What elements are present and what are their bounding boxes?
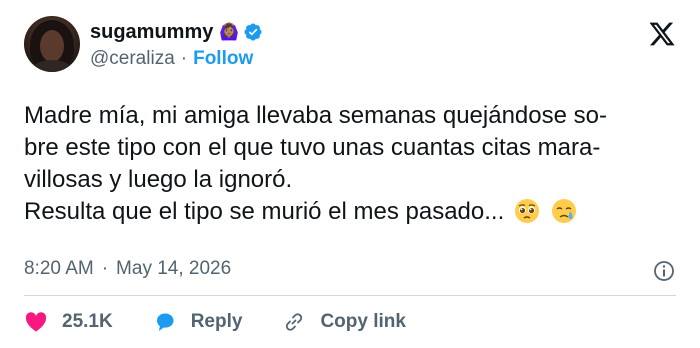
x-logo-icon[interactable] bbox=[648, 20, 676, 48]
tweet-line-text: Resulta que el tipo se murió el mes pasa… bbox=[24, 198, 505, 225]
follow-button[interactable]: Follow bbox=[193, 48, 253, 70]
copy-link-label: Copy link bbox=[320, 311, 406, 332]
link-icon bbox=[286, 313, 303, 331]
handle-separator: · bbox=[180, 48, 188, 69]
tweet-line: villosas y luego la ignoró. bbox=[24, 166, 293, 193]
person-gesture-emoji: 🙆🏽‍♀️ bbox=[219, 24, 240, 41]
like-button[interactable]: 25.1K bbox=[24, 310, 113, 334]
meta-separator: · bbox=[101, 258, 109, 279]
tweet-text: Madre mía, mi amiga llevaba semanas quej… bbox=[24, 100, 679, 228]
tweet-time: 8:20 AM bbox=[24, 258, 94, 279]
copy-link-button[interactable]: Copy link bbox=[282, 310, 406, 334]
tweet-line: bre este tipo con el que tuvo unas cuant… bbox=[24, 134, 601, 161]
reply-button[interactable]: Reply bbox=[153, 310, 243, 334]
handle-row: @ceraliza · Follow bbox=[90, 48, 253, 70]
display-name[interactable]: sugamummy bbox=[90, 21, 213, 44]
pleading-face-icon bbox=[514, 199, 539, 223]
info-icon[interactable] bbox=[652, 259, 676, 283]
likes-count: 25.1K bbox=[62, 311, 113, 332]
tweet-line: Madre mía, mi amiga llevaba semanas quej… bbox=[24, 102, 607, 129]
avatar[interactable] bbox=[24, 16, 80, 72]
reply-label: Reply bbox=[190, 311, 243, 332]
author-name-row: sugamummy 🙆🏽‍♀️ bbox=[90, 20, 263, 44]
reply-icon bbox=[156, 313, 174, 331]
heart-icon bbox=[25, 312, 47, 332]
tweet-date: May 14, 2026 bbox=[116, 258, 232, 279]
action-bar: 25.1K Reply Copy link bbox=[24, 306, 446, 338]
divider bbox=[24, 295, 676, 296]
tweet-timestamp[interactable]: 8:20 AM · May 14, 2026 bbox=[24, 258, 231, 280]
tweet-line-last: Resulta que el tipo se murió el mes pasa… bbox=[24, 196, 679, 228]
verified-badge-icon bbox=[244, 23, 262, 41]
handle[interactable]: @ceraliza bbox=[90, 48, 175, 70]
crying-face-icon bbox=[551, 199, 576, 223]
